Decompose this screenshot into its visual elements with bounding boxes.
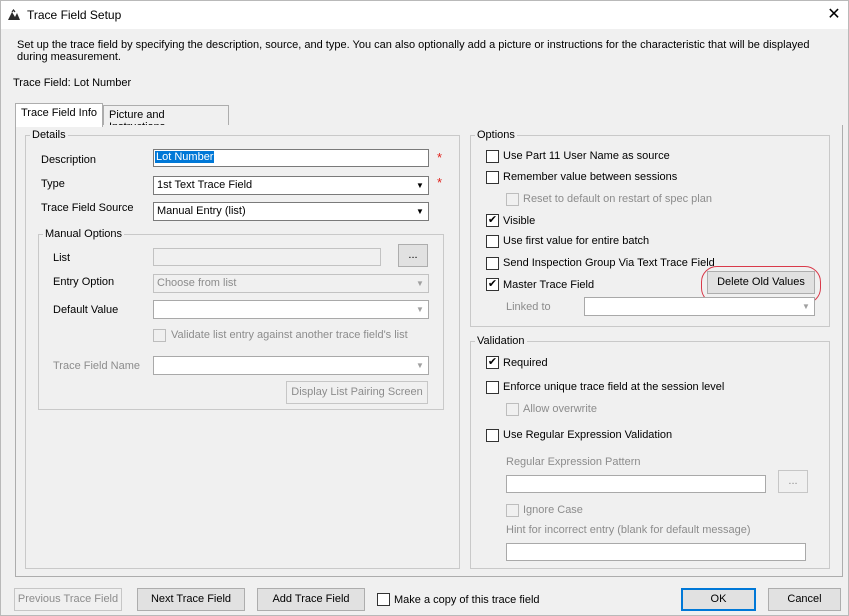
- trace-field-name-line: Trace Field: Lot Number: [13, 77, 132, 89]
- first-value-checkbox[interactable]: [486, 235, 499, 248]
- ok-button[interactable]: OK: [681, 588, 756, 611]
- regex-validation-label: Use Regular Expression Validation: [503, 429, 673, 441]
- trace-field-name-label: Trace Field Name: [53, 360, 141, 372]
- part11-label: Use Part 11 User Name as source: [503, 150, 670, 162]
- make-copy-label: Make a copy of this trace field: [394, 594, 540, 606]
- regex-validation-checkbox[interactable]: [486, 429, 499, 442]
- display-list-pairing-button[interactable]: Display List Pairing Screen: [286, 381, 428, 404]
- description-label: Description: [41, 154, 97, 166]
- regex-pattern-input[interactable]: [506, 475, 766, 493]
- previous-trace-field-button[interactable]: Previous Trace Field: [14, 588, 122, 611]
- enforce-unique-checkbox[interactable]: [486, 381, 499, 394]
- ok-label: OK: [710, 593, 727, 605]
- chevron-down-icon: ▼: [416, 305, 424, 314]
- part11-checkbox[interactable]: [486, 150, 499, 163]
- manual-options-legend: Manual Options: [45, 228, 123, 240]
- validation-legend: Validation: [477, 335, 525, 347]
- ignore-case-checkbox[interactable]: [506, 504, 519, 517]
- tab-picture-and-instructions[interactable]: Picture and Instructions: [103, 105, 229, 133]
- master-trace-field-checkbox[interactable]: ✔: [486, 278, 499, 291]
- remember-value-label: Remember value between sessions: [503, 171, 678, 183]
- app-logo-icon: [8, 9, 20, 20]
- type-select[interactable]: 1st Text Trace Field ▼: [153, 176, 429, 195]
- source-value: Manual Entry (list): [157, 205, 246, 217]
- make-copy-checkbox[interactable]: [377, 593, 390, 606]
- linked-to-select[interactable]: ▼: [584, 297, 815, 316]
- allow-overwrite-checkbox[interactable]: [506, 403, 519, 416]
- chevron-down-icon: ▼: [416, 361, 424, 370]
- list-label: List: [53, 252, 71, 264]
- description-input[interactable]: Lot Number: [153, 149, 429, 167]
- linked-to-label: Linked to: [506, 301, 551, 313]
- visible-checkbox[interactable]: ✔: [486, 214, 499, 227]
- entry-option-select[interactable]: Choose from list ▼: [153, 274, 429, 293]
- type-value: 1st Text Trace Field: [157, 179, 253, 191]
- regex-pattern-label: Regular Expression Pattern: [506, 456, 641, 468]
- checkmark-icon: ✔: [487, 356, 498, 368]
- validate-list-checkbox[interactable]: [153, 329, 166, 342]
- title-bar[interactable]: [1, 1, 848, 29]
- regex-pattern-browse-button[interactable]: ...: [778, 470, 808, 493]
- default-value-label: Default Value: [53, 304, 119, 316]
- chevron-down-icon: ▼: [802, 302, 810, 311]
- source-label: Trace Field Source: [41, 202, 134, 214]
- options-legend: Options: [477, 129, 515, 141]
- type-label: Type: [41, 178, 65, 190]
- description-required-mark: *: [437, 150, 443, 165]
- chevron-down-icon: ▼: [416, 279, 424, 288]
- cancel-button[interactable]: Cancel: [768, 588, 841, 611]
- intro-text: Set up the trace field by specifying the…: [17, 39, 810, 63]
- validate-list-label: Validate list entry against another trac…: [171, 329, 408, 341]
- add-trace-field-button[interactable]: Add Trace Field: [257, 588, 365, 611]
- source-select[interactable]: Manual Entry (list) ▼: [153, 202, 429, 221]
- chevron-down-icon: ▼: [416, 207, 424, 216]
- chevron-down-icon: ▼: [416, 181, 424, 190]
- list-browse-button[interactable]: ...: [398, 244, 428, 267]
- type-required-mark: *: [437, 175, 443, 190]
- send-inspection-group-checkbox[interactable]: [486, 257, 499, 270]
- remember-value-checkbox[interactable]: [486, 171, 499, 184]
- checkmark-icon: ✔: [487, 278, 498, 290]
- enforce-unique-label: Enforce unique trace field at the sessio…: [503, 381, 725, 393]
- hint-input[interactable]: [506, 543, 806, 561]
- entry-option-label: Entry Option: [53, 276, 115, 288]
- ignore-case-label: Ignore Case: [523, 504, 583, 516]
- trace-field-setup-window: Trace Field Setup ✕ Set up the trace fie…: [0, 0, 849, 616]
- reset-default-label: Reset to default on restart of spec plan: [523, 193, 712, 205]
- master-trace-field-label: Master Trace Field: [503, 279, 595, 291]
- required-checkbox[interactable]: ✔: [486, 356, 499, 369]
- first-value-label: Use first value for entire batch: [503, 235, 650, 247]
- default-value-select[interactable]: ▼: [153, 300, 429, 319]
- description-value: Lot Number: [155, 151, 215, 163]
- next-trace-field-label: Next Trace Field: [150, 593, 232, 605]
- hint-label: Hint for incorrect entry (blank for defa…: [506, 524, 751, 536]
- next-trace-field-button[interactable]: Next Trace Field: [137, 588, 245, 611]
- required-label: Required: [503, 357, 548, 369]
- reset-default-checkbox[interactable]: [506, 193, 519, 206]
- allow-overwrite-label: Allow overwrite: [523, 403, 597, 415]
- details-legend: Details: [32, 129, 66, 141]
- tab-trace-field-info[interactable]: Trace Field Info: [15, 103, 103, 127]
- entry-option-value: Choose from list: [157, 277, 237, 289]
- visible-label: Visible: [503, 215, 536, 227]
- list-input[interactable]: [153, 248, 381, 266]
- close-icon[interactable]: ✕: [823, 5, 845, 25]
- trace-field-name-select[interactable]: ▼: [153, 356, 429, 375]
- delete-old-values-button[interactable]: Delete Old Values: [707, 271, 815, 294]
- checkmark-icon: ✔: [487, 214, 498, 226]
- send-inspection-group-label: Send Inspection Group Via Text Trace Fie…: [503, 257, 715, 269]
- window-title: Trace Field Setup: [27, 8, 122, 22]
- cancel-label: Cancel: [787, 593, 822, 605]
